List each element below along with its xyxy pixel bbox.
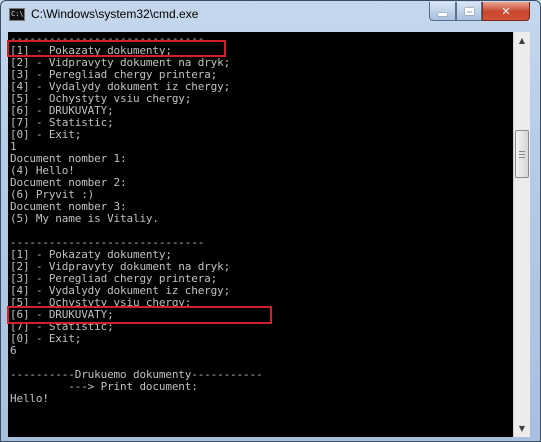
window-right-frame bbox=[530, 32, 541, 437]
console-line: Hello! bbox=[10, 392, 49, 405]
highlight-box-option-6 bbox=[7, 306, 272, 324]
console-output[interactable]: ------------------------------ [1] - Poka… bbox=[8, 32, 513, 437]
scroll-down-arrow-icon[interactable]: ▼ bbox=[514, 420, 530, 437]
title-bar[interactable]: C:\ C:\Windows\system32\cmd.exe ✕ bbox=[1, 1, 540, 31]
window-title: C:\Windows\system32\cmd.exe bbox=[31, 7, 199, 21]
scroll-up-arrow-icon[interactable]: ▲ bbox=[514, 32, 530, 49]
console-window-icon[interactable]: C:\ bbox=[9, 8, 25, 21]
minimize-button[interactable] bbox=[429, 2, 456, 21]
console-icon-text: C:\ bbox=[11, 10, 24, 18]
maximize-button[interactable] bbox=[456, 2, 482, 21]
thumb-grip-line bbox=[519, 157, 525, 158]
thumb-grip-line bbox=[519, 151, 525, 152]
console-line: 6 bbox=[10, 344, 17, 357]
console-line: (5) My name is Vitaliy. bbox=[10, 212, 159, 225]
thumb-grip-line bbox=[519, 154, 525, 155]
highlight-box-option-1 bbox=[7, 40, 226, 57]
console-window: C:\ C:\Windows\system32\cmd.exe ✕ ------… bbox=[0, 0, 541, 442]
vertical-scrollbar[interactable]: ▲ ▼ bbox=[513, 32, 530, 437]
console-line: [0] - Exit; bbox=[10, 128, 82, 141]
close-button[interactable]: ✕ bbox=[482, 2, 530, 21]
console-line: [0] - Exit; bbox=[10, 332, 82, 345]
maximize-icon bbox=[464, 7, 474, 15]
close-icon: ✕ bbox=[501, 4, 511, 18]
minimize-icon bbox=[438, 12, 447, 16]
scrollbar-thumb[interactable] bbox=[515, 130, 529, 178]
